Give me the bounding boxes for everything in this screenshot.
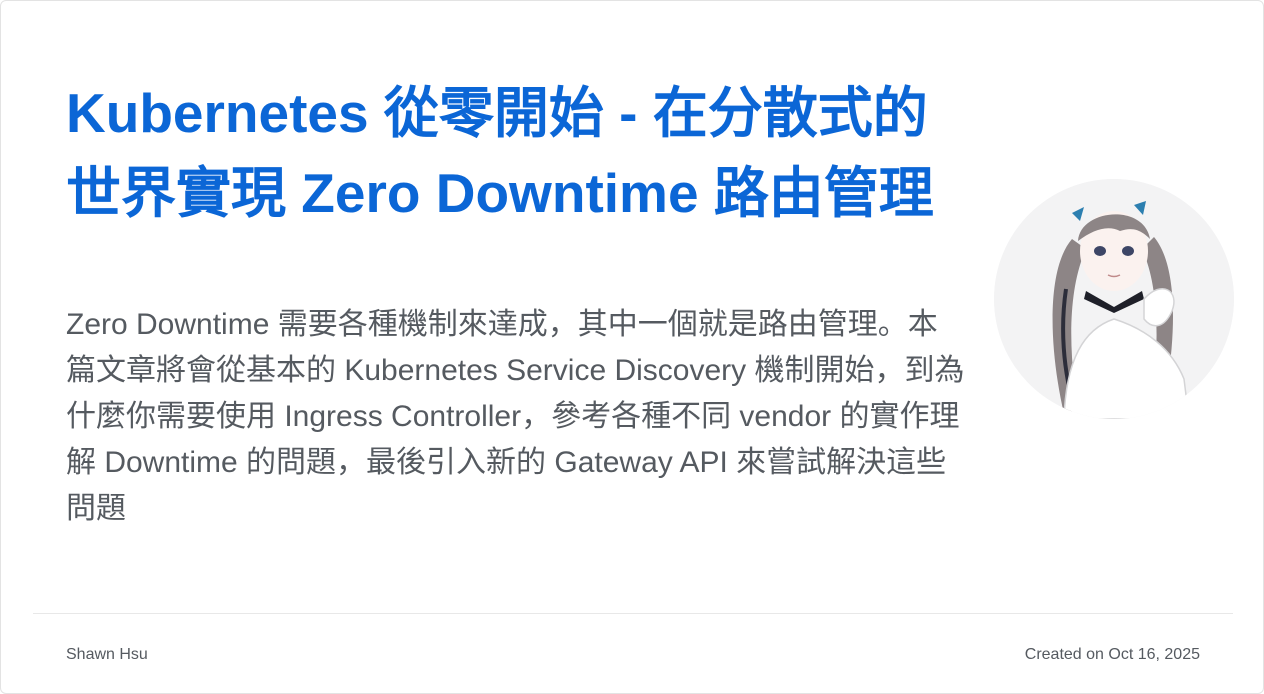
footer-divider <box>33 613 1233 614</box>
created-date: Created on Oct 16, 2025 <box>1024 646 1200 663</box>
anime-girl-avatar-icon <box>994 179 1234 419</box>
post-title: Kubernetes 從零開始 - 在分散式的世界實現 Zero Downtim… <box>66 82 934 224</box>
post-description: Zero Downtime 需要各種機制來達成，其中一個就是路由管理。本篇文章將… <box>66 308 965 525</box>
post-card: Kubernetes 從零開始 - 在分散式的世界實現 Zero Downtim… <box>0 0 1264 694</box>
author-name: Shawn Hsu <box>66 646 148 663</box>
author-avatar <box>994 179 1234 419</box>
